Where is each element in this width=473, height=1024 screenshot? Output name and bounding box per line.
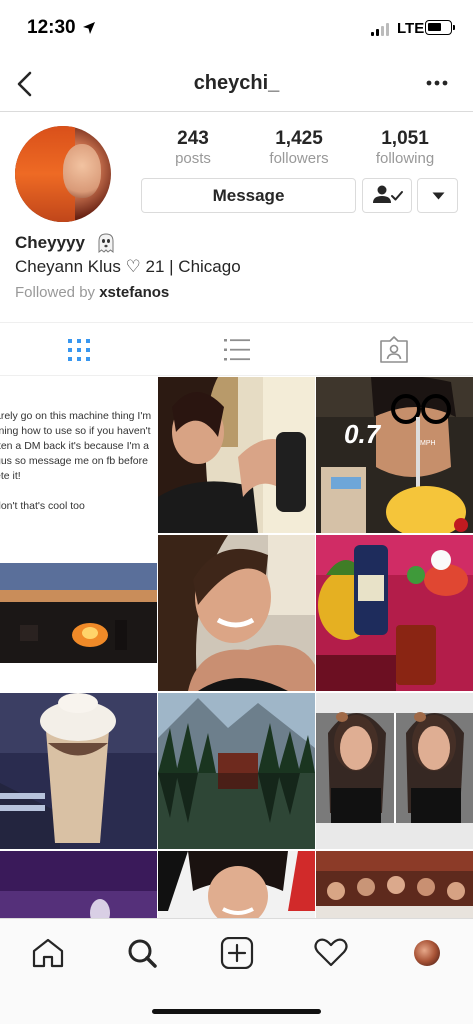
text-post-line: rning how to use so if you haven't <box>0 425 151 437</box>
followers-count: 1,425 <box>275 128 323 149</box>
followed-by[interactable]: Followed by xstefanos <box>15 284 169 301</box>
posts-label: posts <box>175 150 211 167</box>
post-tile-smile[interactable] <box>158 535 315 691</box>
frappe-photo <box>0 693 157 849</box>
following-label: following <box>375 150 435 167</box>
tab-list[interactable] <box>158 323 316 377</box>
hat-selfie-photo <box>158 851 315 918</box>
followers-label: followers <box>269 150 329 167</box>
tab-tagged[interactable] <box>316 323 473 377</box>
photo-grid: arely go on this machine thing I'm rning… <box>0 377 473 918</box>
restaurant-photo <box>316 851 473 918</box>
drinks-photo <box>316 535 473 691</box>
battery-icon <box>425 20 452 35</box>
caret-down-icon <box>432 192 445 200</box>
following-button[interactable] <box>362 178 412 213</box>
smile-photo <box>158 535 315 691</box>
person-check-icon <box>373 185 403 203</box>
suggested-dropdown-button[interactable] <box>417 178 458 213</box>
text-post-line: tten a DM back it's because I'm a <box>0 440 149 452</box>
stat-following[interactable]: 1,051 following <box>355 128 455 168</box>
location-arrow-icon <box>83 22 95 34</box>
tab-grid[interactable] <box>0 323 158 377</box>
status-time: 12:30 <box>27 17 76 38</box>
post-tile-drink[interactable]: 0.7 MPH <box>316 377 473 533</box>
speed-unit: MPH <box>420 440 436 447</box>
heart-icon[interactable] <box>311 937 351 969</box>
status-bar: 12:30 LTE <box>0 0 473 58</box>
lake-photo <box>158 693 315 849</box>
more-dots-icon[interactable] <box>426 80 448 86</box>
text-post-line: arely go on this machine thing I'm <box>0 410 152 422</box>
post-tile-car-selfie[interactable] <box>316 693 473 849</box>
profile-avatar[interactable] <box>15 126 111 222</box>
home-indicator[interactable] <box>152 1009 321 1014</box>
profile-view-tabs <box>0 322 473 376</box>
home-icon[interactable] <box>28 937 68 969</box>
speed-overlay: 0.7 <box>344 419 382 449</box>
signal-icon <box>371 22 393 36</box>
night-sky-photo <box>0 851 157 918</box>
stat-followers[interactable]: 1,425 followers <box>249 128 349 168</box>
message-button-label: Message <box>212 186 285 205</box>
post-tile-drinks[interactable] <box>316 535 473 691</box>
post-tile-hat-selfie[interactable] <box>158 851 315 918</box>
bottom-nav <box>0 918 473 1024</box>
selfie-photo <box>158 377 315 533</box>
post-tile-night-sky[interactable] <box>0 851 157 918</box>
search-icon[interactable] <box>122 937 162 969</box>
message-button[interactable]: Message <box>141 178 356 213</box>
followed-by-user[interactable]: xstefanos <box>99 284 169 301</box>
add-post-icon[interactable] <box>216 937 256 969</box>
bonfire-photo <box>0 563 157 663</box>
post-tile-bonfire[interactable] <box>0 535 157 691</box>
carrier-label: LTE <box>397 20 425 37</box>
followed-by-prefix: Followed by <box>15 284 100 301</box>
bio-text: Cheyann Klus ♡ 21 | Chicago <box>15 257 241 276</box>
post-tile-text[interactable]: arely go on this machine thing I'm rning… <box>0 377 157 533</box>
stat-posts: 243 posts <box>143 128 243 168</box>
grid-icon <box>68 339 90 361</box>
post-tile-lake[interactable] <box>158 693 315 849</box>
display-name: Cheyyyy <box>15 233 85 252</box>
posts-count: 243 <box>177 128 209 149</box>
post-tile-restaurant[interactable] <box>316 851 473 918</box>
following-count: 1,051 <box>381 128 429 149</box>
car-selfie-photo <box>316 693 473 849</box>
text-post-line <box>0 484 157 499</box>
list-icon <box>224 339 250 361</box>
profile-header: cheychi_ <box>0 58 473 112</box>
profile-tab-avatar[interactable] <box>414 940 440 966</box>
battery-cap <box>453 25 455 30</box>
text-post-line: don't that's cool too <box>0 500 85 512</box>
ghost-emoji-icon <box>98 233 114 254</box>
tagged-icon <box>380 336 408 363</box>
page-title: cheychi_ <box>193 72 280 94</box>
text-post-line: gus so message me on fb before <box>0 455 148 467</box>
drink-photo: 0.7 MPH <box>316 377 473 533</box>
post-tile-frappe[interactable] <box>0 693 157 849</box>
post-tile-selfie[interactable] <box>158 377 315 533</box>
text-post-line: ete it! <box>0 470 21 482</box>
